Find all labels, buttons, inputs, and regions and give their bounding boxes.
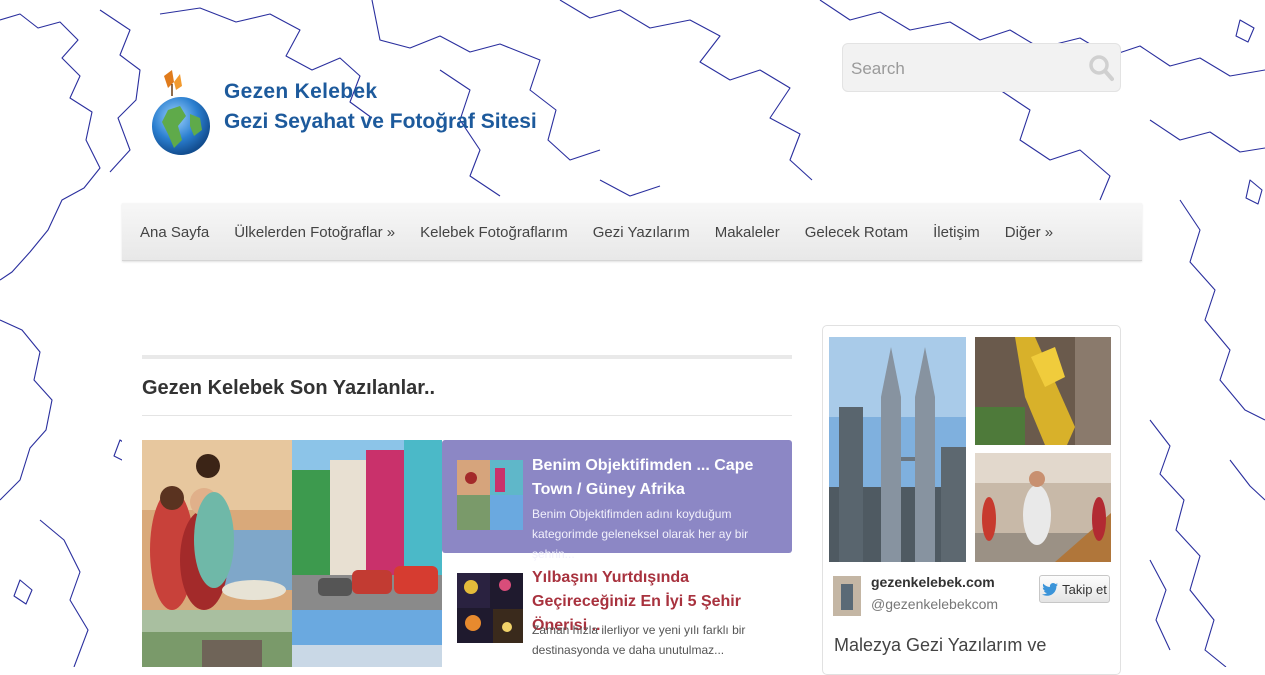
section-title: Gezen Kelebek Son Yazılanlar..	[142, 377, 436, 399]
search-icon[interactable]	[1088, 54, 1114, 82]
main-navigation: Ana Sayfa Ülkelerden Fotoğraflar » Keleb…	[122, 203, 1142, 261]
slide-excerpt: Zaman hızla ilerliyor ve yeni yılı farkl…	[532, 623, 746, 657]
site-logo[interactable]: Gezen Kelebek Gezi Seyahat ve Fotoğraf S…	[148, 42, 537, 162]
search-input[interactable]	[849, 56, 1083, 82]
twitter-profile: gezenkelebek.com @gezenkelebekcom Takip …	[833, 574, 1113, 622]
follow-label: Takip et	[1062, 581, 1107, 597]
nav-item-ana-sayfa[interactable]: Ana Sayfa	[140, 224, 209, 241]
nav-item-kelebek-fotograflarim[interactable]: Kelebek Fotoğraflarım	[420, 224, 568, 241]
globe-butterfly-icon	[152, 70, 210, 155]
sidebar-photo-petronas-towers[interactable]	[829, 337, 966, 562]
post-slider-list: Benim Objektifimden ... Cape Town / Güne…	[442, 440, 792, 667]
nav-item-gezi-yazilarim[interactable]: Gezi Yazılarım	[593, 224, 690, 241]
nav-item-gelecek-rotam[interactable]: Gelecek Rotam	[805, 224, 908, 241]
nav-item-iletisim[interactable]: İletişim	[933, 224, 980, 241]
slide-item-active[interactable]: Benim Objektifimden ... Cape Town / Güne…	[442, 440, 792, 561]
slide-title[interactable]: Benim Objektifimden ... Cape Town / Güne…	[532, 454, 784, 502]
search-box	[842, 43, 1121, 92]
nav-item-makaleler[interactable]: Makaleler	[715, 224, 780, 241]
sidebar-widget: gezenkelebek.com @gezenkelebekcom Takip …	[822, 325, 1121, 675]
twitter-bird-icon	[1042, 582, 1059, 596]
main-column: Gezen Kelebek Son Yazılanlar.. Benim Obj…	[142, 355, 792, 667]
site-name: Gezen Kelebek	[224, 80, 378, 103]
follow-button[interactable]: Takip et	[1039, 575, 1110, 603]
nav-item-ulkelerden-fotograflar[interactable]: Ülkelerden Fotoğraflar »	[234, 224, 395, 241]
slide-thumbnail	[457, 573, 523, 643]
avatar[interactable]	[833, 576, 861, 616]
slide-excerpt: Benim Objektifimden adını koyduğum kateg…	[532, 507, 749, 561]
widget-text: Malezya Gezi Yazılarım ve	[834, 635, 1047, 655]
sidebar-photo-traveler[interactable]	[975, 453, 1111, 562]
site-tagline: Gezi Seyahat ve Fotoğraf Sitesi	[224, 110, 537, 133]
sidebar-photo-golden-statue[interactable]	[975, 337, 1111, 445]
slide-item[interactable]: Yılbaşını Yurtdışında Geçireceğiniz En İ…	[442, 561, 792, 667]
slide-thumbnail	[457, 460, 523, 530]
featured-image[interactable]	[142, 440, 442, 667]
section-divider	[142, 415, 792, 416]
nav-item-diger[interactable]: Diğer »	[1005, 224, 1053, 241]
twitter-handle[interactable]: @gezenkelebekcom	[871, 596, 998, 612]
section-top-bar	[142, 355, 792, 359]
twitter-name[interactable]: gezenkelebek.com	[871, 574, 995, 590]
